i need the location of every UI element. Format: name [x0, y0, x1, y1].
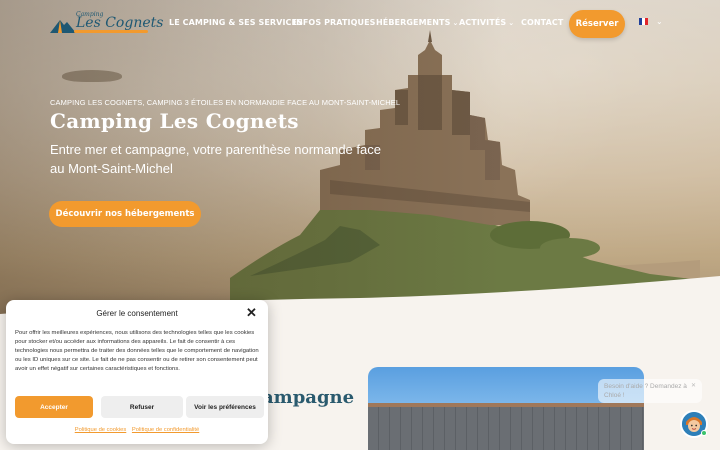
online-status-dot: [701, 430, 707, 436]
hero-title: Camping Les Cognets: [50, 109, 299, 133]
close-icon[interactable]: ✕: [691, 382, 696, 389]
discover-accommodations-button[interactable]: Découvrir nos hébergements: [49, 201, 201, 227]
section-heading: ampagne: [262, 387, 355, 408]
accept-button[interactable]: Accepter: [15, 396, 93, 418]
consent-body-text: Pour offrir les meilleures expériences, …: [15, 330, 259, 373]
chevron-down-icon: ⌄: [656, 17, 663, 26]
reserve-button[interactable]: Réserver: [569, 10, 625, 38]
refuse-button[interactable]: Refuser: [101, 396, 183, 418]
language-switcher[interactable]: ⌄: [639, 17, 663, 26]
cookie-consent-modal: Gérer le consentement ✕ Pour offrir les …: [6, 300, 268, 444]
close-icon[interactable]: ✕: [246, 306, 257, 319]
nav-item-label: HÉBERGEMENTS: [376, 18, 451, 27]
logo-swoosh: [74, 30, 148, 33]
chat-prompt-text: Besoin d'aide ? Demandez à Chloé !: [604, 383, 687, 399]
main-nav: LE CAMPING & SES SERVICES INFOS PRATIQUE…: [169, 18, 571, 27]
nav-item-label: ACTIVITÉS: [459, 18, 507, 27]
chevron-down-icon: ⌄: [508, 18, 515, 27]
site-header: Camping Les Cognets LE CAMPING & SES SER…: [0, 0, 720, 48]
consent-links: Politique de cookies Politique de confid…: [6, 427, 268, 433]
slate-roof: [368, 407, 644, 450]
view-preferences-button[interactable]: Voir les préférences: [186, 396, 264, 418]
site-logo[interactable]: Camping Les Cognets: [50, 11, 163, 35]
french-flag-icon: [639, 18, 648, 25]
tent-logo-icon: [50, 20, 76, 33]
cookie-policy-link[interactable]: Politique de cookies: [75, 427, 127, 433]
nav-item-camping-services[interactable]: LE CAMPING & SES SERVICES: [169, 18, 303, 27]
nav-item-label: LE CAMPING & SES SERVICES: [169, 18, 303, 27]
nav-item-infos-pratiques[interactable]: INFOS PRATIQUES: [293, 18, 376, 27]
nav-item-contact[interactable]: CONTACT: [521, 18, 571, 27]
privacy-policy-link[interactable]: Politique de confidentialité: [132, 427, 199, 433]
nav-item-activites[interactable]: ACTIVITÉS ⌄: [459, 18, 521, 27]
hero-subtitle: Entre mer et campagne, votre parenthèse …: [50, 142, 381, 176]
consent-title: Gérer le consentement: [96, 309, 178, 318]
nav-item-label: INFOS PRATIQUES: [293, 18, 376, 27]
nav-item-hebergements[interactable]: HÉBERGEMENTS ⌄: [376, 18, 459, 27]
hero-kicker: CAMPING LES COGNETS, CAMPING 3 ÉTOILES E…: [50, 98, 401, 107]
logo-main-text: Les Cognets: [76, 15, 164, 31]
nav-item-label: CONTACT: [521, 18, 564, 27]
chat-prompt-bubble[interactable]: Besoin d'aide ? Demandez à Chloé ! ✕: [598, 379, 702, 403]
chevron-down-icon: ⌄: [452, 18, 459, 27]
